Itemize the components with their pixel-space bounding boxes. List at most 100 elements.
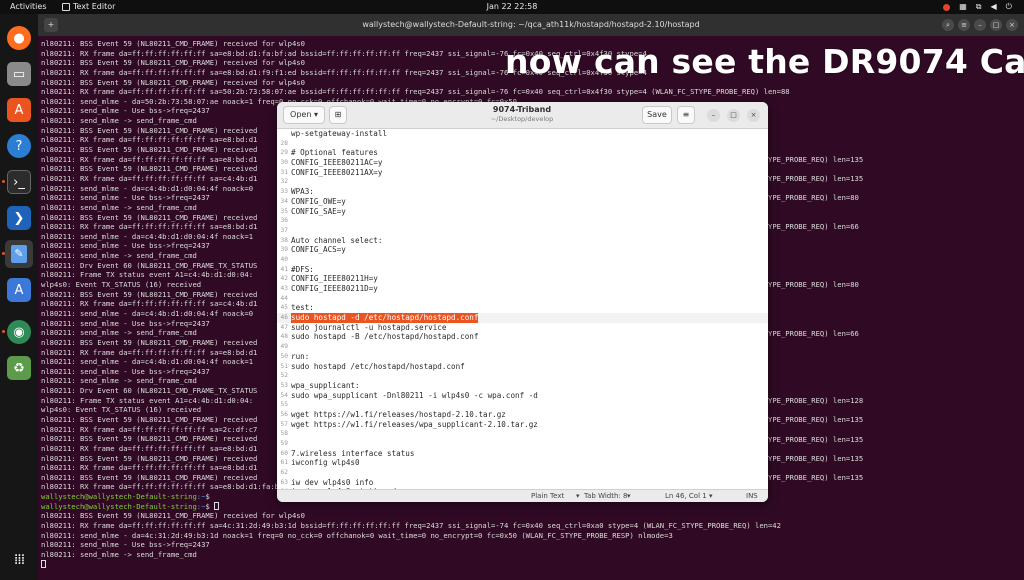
maximize-icon[interactable]: □ [990,19,1002,31]
minimize-icon[interactable]: – [707,109,720,122]
help-icon[interactable]: ? [7,134,31,158]
line-text: wp-setgateway-install [291,129,388,138]
line-text: sudo hostapd -B /etc/hostapd/hostapd.con… [291,332,479,342]
terminal-line-fragment: YPE_PROBE_REQ) len=80 [768,193,859,203]
new-document-button[interactable]: ⊞ [329,106,347,124]
firefox-icon[interactable]: ● [7,26,31,50]
editor-title-block: 9074-Triband ~/Desktop/develop [427,105,617,124]
chevron-down-icon: ▾ [709,492,713,500]
app-grid-icon[interactable]: ⁞⁞⁞ [7,548,31,572]
editor-line: 63 iw dev wlp4s0 info [277,478,768,488]
line-text: CONFIG_SAE=y [291,206,346,216]
terminal-line-fragment: YPE_PROBE_REQ) len=128 [768,396,864,406]
line-number: 56 [280,410,288,418]
minimize-icon[interactable]: – [974,19,986,31]
prompt-user: wallystech@wallystech-Default-string [41,501,197,511]
terminal-icon[interactable]: ›_ [7,170,31,194]
line-number: 31 [280,168,288,176]
editor-line: 42 CONFIG_IEEE80211H=y [277,274,768,284]
terminal-line-fragment: YPE_PROBE_REQ) len=135 [768,174,864,184]
editor-line: 46 sudo hostapd -d /etc/hostapd/hostapd.c… [277,313,768,323]
editor-line: 61 iwconfig wlp4s0 [277,458,768,468]
clock[interactable]: Jan 22 22:58 [0,0,1024,14]
line-text: wget https://w1.fi/releases/hostapd-2.10… [291,409,506,419]
text-editor-icon[interactable]: ✎ [5,240,33,268]
terminal-titlebar[interactable]: + wallystech@wallystech-Default-string: … [38,14,1024,36]
line-text: iwconfig wlp4s0 [291,458,360,468]
line-number: 48 [280,333,288,341]
line-number: 29 [280,149,288,157]
line-number: 51 [280,362,288,370]
editor-line: 58 [277,429,768,439]
system-tray[interactable]: ▦ ⧉ ◀ ⏻ [943,0,1012,14]
save-button[interactable]: Save [642,106,672,124]
trash-icon[interactable]: ♻ [7,356,31,380]
browser-icon[interactable]: ◉ [7,320,31,344]
line-number: 60 [280,449,288,457]
line-text: #DFS: [291,264,314,274]
tab-width-selector[interactable]: Tab Width: 8 [584,490,627,502]
line-number: 42 [280,275,288,283]
editor-line: 51 sudo hostapd /etc/hostapd/hostapd.conf [277,362,768,372]
line-number: 30 [280,159,288,167]
editor-line: 55 [277,400,768,410]
line-number: 59 [280,440,288,447]
terminal-line: nl80211: RX frame da=ff:ff:ff:ff:ff:ff s… [41,521,781,531]
editor-line: 41 #DFS: [277,265,768,275]
line-text: CONFIG_IEEE80211AC=y [291,158,383,168]
terminal-last-line [41,559,1021,570]
terminal-line-fragment: YPE_PROBE_REQ) len=135 [768,154,864,164]
editor-line: 62 [277,468,768,478]
editor-line: 28 [277,139,768,149]
line-text: Auto channel select: [291,235,383,245]
terminal-line-fragment: YPE_PROBE_REQ) len=135 [768,453,864,463]
language-selector[interactable]: Plain Text [531,490,564,502]
line-number: 44 [280,294,288,302]
close-icon[interactable]: × [1006,19,1018,31]
power-icon: ⏻ [1005,2,1012,11]
terminal-line-fragment: YPE_PROBE_REQ) len=80 [768,280,859,290]
line-number: 38 [280,236,288,244]
line-number: 34 [280,197,288,205]
vscode-icon[interactable]: ❯ [7,206,31,230]
line-text: wget https://w1.fi/releases/wpa_supplica… [291,419,538,429]
editor-line: 32 [277,177,768,187]
cursor-position: Ln 46, Col 1 [665,492,707,500]
line-number: 54 [280,391,288,399]
open-button[interactable]: Open ▾ [283,106,325,124]
line-number: 50 [280,352,288,360]
terminal-running-indicator [2,180,5,183]
line-number: 33 [280,188,288,196]
main-menu-button[interactable]: ≡ [677,106,695,124]
editor-line: 39 CONFIG_ACS=y [277,245,768,255]
text-editor-window[interactable]: Open ▾ ⊞ 9074-Triband ~/Desktop/develop … [277,102,768,502]
chevron-down-icon: ▾ [313,110,318,119]
line-number: 37 [280,226,288,234]
line-number: 35 [280,207,288,215]
maximize-icon[interactable]: □ [727,109,740,122]
text-cursor [214,501,220,510]
app-center-icon[interactable]: A [7,98,31,122]
translate-icon[interactable]: A [7,278,31,302]
editor-line: 31 CONFIG_IEEE80211AX=y [277,168,768,178]
new-tab-icon[interactable]: + [44,18,58,32]
editor-text-area[interactable]: wp-setgateway-install 28 29 # Optional feat… [277,129,768,489]
editor-line: 59 [277,439,768,449]
menu-icon[interactable]: ≡ [958,19,970,31]
line-text: sudo hostapd -d /etc/hostapd/hostapd.con… [291,313,479,323]
line-number: 53 [280,381,288,389]
files-icon[interactable]: ▭ [7,62,31,86]
line-text: # Optional features [291,148,378,158]
editor-line: 52 [277,371,768,381]
line-text: wpa_supplicant: [291,380,360,390]
terminal-line-fragment: YPE_PROBE_REQ) len=135 [768,473,864,483]
insert-mode[interactable]: INS [746,490,758,502]
video-caption: now can see the DR9074 Card [505,42,1024,81]
line-number: 41 [280,265,288,273]
editor-line: 43 CONFIG_IEEE80211D=y [277,284,768,294]
prompt-user: wallystech@wallystech-Default-string [41,492,197,502]
editor-line: 35 CONFIG_SAE=y [277,207,768,217]
search-icon[interactable]: ⌕ [942,19,954,31]
close-icon[interactable]: × [747,109,760,122]
terminal-line: nl80211: send_mlme - Use bss->freq=2437 [41,540,210,550]
